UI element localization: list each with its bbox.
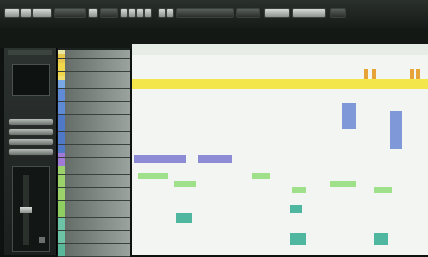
quantize-button[interactable] [236,8,260,18]
audio-region[interactable] [416,69,420,79]
midi-region[interactable] [390,111,402,149]
inspector-button[interactable] [8,118,54,126]
inspector-header [8,50,52,55]
tool-erase-button[interactable] [158,8,166,18]
tool-split-button[interactable] [136,8,144,18]
track-list [58,48,130,257]
channel-fader-area [12,166,50,252]
audio-region[interactable] [252,173,270,179]
transport-mode-button[interactable] [264,8,290,18]
tool-zoom-button[interactable] [166,8,174,18]
inspector-button[interactable] [8,148,54,156]
audio-region[interactable] [132,79,428,89]
toolbar-button[interactable] [32,8,52,18]
tool-range-button[interactable] [128,8,136,18]
toolbar [0,0,428,28]
midi-region[interactable] [342,103,356,129]
inspector-button[interactable] [8,128,54,136]
toolbar-button[interactable] [100,8,118,18]
audio-region[interactable] [374,187,392,193]
track-color-swatch [58,252,65,257]
arrange-window[interactable] [132,55,428,255]
fader-knob[interactable] [20,207,32,213]
audio-region[interactable] [374,233,388,245]
snap-type-button[interactable] [176,8,234,18]
sync-button[interactable] [292,8,326,18]
midi-region[interactable] [134,155,186,163]
toolbar-button[interactable] [88,8,98,18]
meter-button[interactable] [39,237,45,243]
audio-region[interactable] [292,187,306,193]
audio-region[interactable] [138,173,168,179]
audio-region[interactable] [410,69,414,79]
audio-region[interactable] [174,181,196,187]
audio-region[interactable] [364,69,368,79]
toolbar-button[interactable] [54,8,86,18]
toolbar-button[interactable] [20,8,32,18]
audio-region[interactable] [176,213,192,223]
inspector-button[interactable] [8,138,54,146]
inspector-preview [12,64,50,96]
tool-pointer-button[interactable] [120,8,128,18]
audio-region[interactable] [290,233,306,245]
inspector-panel [4,48,57,255]
menu-button[interactable] [4,8,20,18]
audio-region[interactable] [372,69,376,79]
tool-glue-button[interactable] [144,8,152,18]
toolbar-button[interactable] [330,8,346,18]
audio-region[interactable] [330,181,356,187]
midi-region[interactable] [198,155,232,163]
audio-region[interactable] [290,205,302,213]
